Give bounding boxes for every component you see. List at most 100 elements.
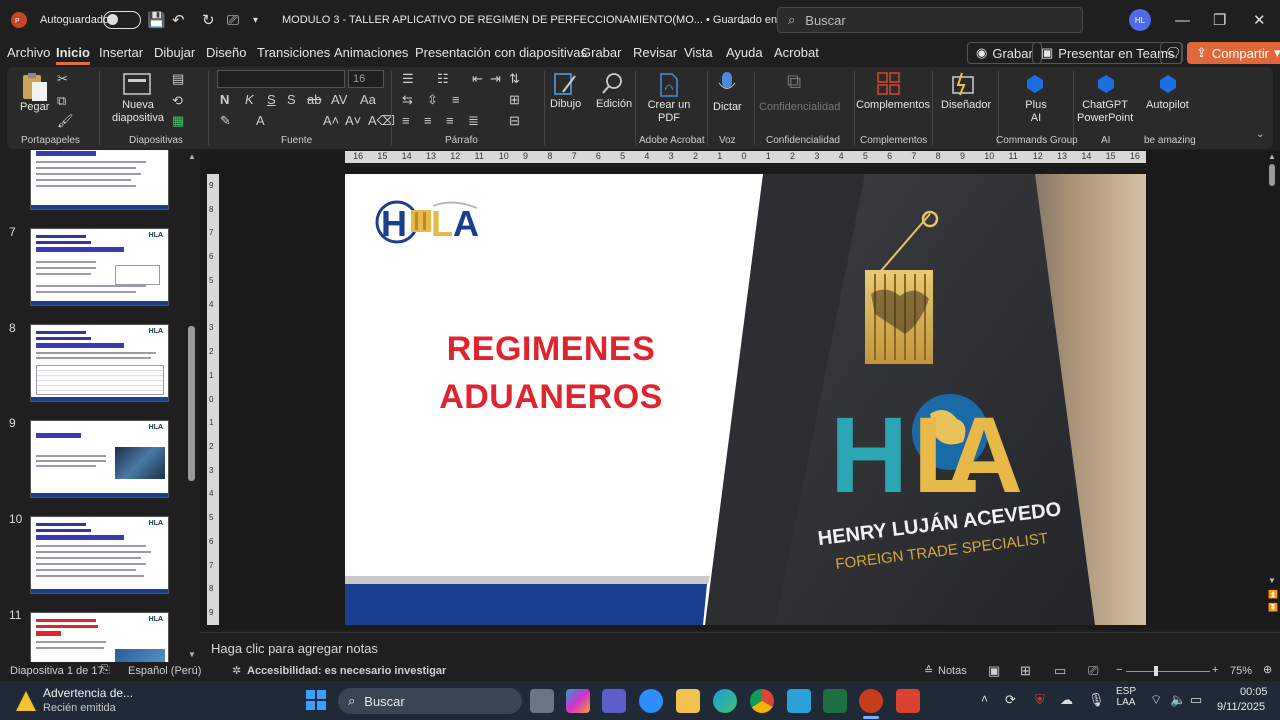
zoom-in-icon[interactable]: + — [1212, 664, 1218, 676]
thumbnail-slide-9[interactable]: HLA — [30, 420, 169, 498]
menu-dibujar[interactable]: Dibujar — [154, 45, 195, 60]
zoom-out-icon[interactable]: − — [1116, 664, 1122, 676]
align-left-icon[interactable]: ≡ — [402, 113, 410, 128]
thumbnail-slide-11[interactable]: HLA — [30, 612, 169, 662]
slide-sorter-icon[interactable]: ⊞ — [1020, 663, 1031, 679]
draw-button[interactable]: Dibujo — [550, 98, 581, 111]
notes-pane[interactable]: Haga clic para agregar notas — [200, 632, 1280, 662]
microphone-icon[interactable] — [716, 70, 738, 98]
scroll-up-icon[interactable]: ▲ — [188, 152, 196, 161]
notification-subtitle[interactable]: Recién emitida — [43, 702, 116, 714]
clock-date[interactable]: 9/11/2025 — [1217, 701, 1265, 713]
font-color-icon[interactable]: A — [256, 113, 265, 128]
thumbnail-slide-10[interactable]: HLA — [30, 516, 169, 594]
slide-title-line2[interactable]: ADUANEROS — [351, 378, 751, 417]
chatgpt-button[interactable]: ChatGPT PowerPoint — [1077, 99, 1133, 125]
close-icon[interactable]: ✕ — [1253, 0, 1266, 40]
file-explorer-icon[interactable] — [676, 689, 700, 713]
font-family-select[interactable] — [217, 70, 345, 88]
thumbnails-scrollbar[interactable]: ▲ ▼ — [188, 152, 196, 660]
powerpoint-taskbar-icon[interactable] — [859, 689, 883, 713]
highlight-icon[interactable]: ✎ — [220, 113, 231, 129]
menu-diseno[interactable]: Diseño — [206, 45, 246, 60]
slide-canvas[interactable]: H L A HENRY LUJÁN ACEVEDO FOREIGN TRADE … — [345, 174, 1146, 625]
format-painter-icon[interactable]: 🖌 — [57, 113, 74, 129]
sync-icon[interactable]: ⟳ — [1005, 692, 1016, 708]
fit-to-window-icon[interactable]: ⊕ — [1263, 663, 1272, 676]
bold-icon[interactable]: N — [220, 92, 229, 107]
notes-placeholder[interactable]: Haga clic para agregar notas — [211, 641, 378, 656]
menu-transiciones[interactable]: Transiciones — [257, 45, 330, 60]
edge-icon[interactable] — [713, 689, 737, 713]
search-box[interactable]: ⌕ Buscar — [777, 7, 1083, 33]
avatar[interactable]: HL — [1129, 0, 1151, 40]
wifi-icon[interactable]: ⌔ — [1150, 692, 1162, 708]
clock-time[interactable]: 00:05 — [1240, 686, 1268, 698]
draw-icon[interactable] — [553, 70, 579, 98]
smartart-icon[interactable]: ⊞ — [509, 92, 520, 108]
paste-icon[interactable] — [20, 72, 50, 104]
menu-ayuda[interactable]: Ayuda — [726, 45, 763, 60]
char-spacing-icon[interactable]: AV — [331, 92, 347, 107]
reset-icon[interactable]: ⟲ — [172, 93, 183, 109]
chatgpt-icon[interactable] — [1095, 73, 1117, 95]
scroll-up-icon[interactable]: ▲ — [1268, 152, 1276, 161]
cut-icon[interactable]: ✂ — [57, 71, 68, 87]
zoom-app-icon[interactable] — [639, 689, 663, 713]
redo-icon[interactable]: ↻ — [202, 0, 215, 40]
paste-button[interactable]: Pegar — [20, 101, 49, 114]
edit-button[interactable]: Edición — [596, 98, 632, 111]
copy-icon[interactable]: ⧉ — [57, 93, 66, 109]
increase-indent-icon[interactable]: ⇥ — [490, 71, 501, 87]
menu-acrobat[interactable]: Acrobat — [774, 45, 819, 60]
designer-button[interactable]: Diseñador — [941, 99, 991, 112]
reading-view-icon[interactable]: ▭ — [1054, 663, 1066, 679]
menu-archivo[interactable]: Archivo — [7, 45, 50, 60]
share-button[interactable]: ⇪ Compartir ▾ — [1187, 42, 1280, 64]
notes-toggle-button[interactable]: Notas — [938, 665, 967, 677]
edit-search-icon[interactable] — [599, 70, 625, 98]
recorder-icon[interactable] — [896, 689, 920, 713]
align-center-icon[interactable]: ≡ — [424, 113, 432, 128]
normal-view-icon[interactable]: ▣ — [988, 663, 1000, 679]
windows-start-icon[interactable] — [306, 690, 326, 710]
editor-scrollbar-thumb[interactable] — [1269, 164, 1275, 186]
underline-icon[interactable]: S — [267, 92, 276, 107]
chevron-down-icon[interactable]: ⌄ — [738, 0, 747, 40]
bullets-icon[interactable]: ☰ — [402, 71, 414, 87]
undo-icon[interactable]: ↶ — [172, 0, 185, 40]
plus-ai-button[interactable]: Plus AI — [1023, 99, 1049, 125]
menu-insertar[interactable]: Insertar — [99, 45, 143, 60]
warning-icon[interactable] — [16, 691, 36, 711]
slideshow-icon[interactable]: ⎚ — [1088, 663, 1098, 679]
create-pdf-button[interactable]: Crear un PDF — [647, 99, 691, 125]
minimize-icon[interactable]: — — [1175, 0, 1190, 40]
thumbnail-slide-6[interactable] — [30, 150, 169, 210]
battery-icon[interactable]: ▭ — [1190, 692, 1202, 708]
numbering-icon[interactable]: ☷ — [437, 71, 449, 87]
customize-toolbar-icon[interactable]: ▾ — [253, 0, 258, 40]
copilot-icon[interactable] — [566, 689, 590, 713]
scroll-down-icon[interactable]: ▼ — [1268, 576, 1276, 585]
zoom-slider[interactable] — [1126, 671, 1210, 672]
shape-align-icon[interactable]: ⊟ — [509, 113, 520, 129]
zoom-slider-thumb[interactable] — [1154, 666, 1158, 676]
search-input[interactable]: Buscar — [805, 13, 845, 28]
pdf-icon[interactable] — [657, 72, 681, 98]
taskbar-search[interactable]: ⌕ Buscar — [338, 688, 522, 714]
text-direction-icon[interactable]: ⇆ — [402, 92, 413, 108]
cloud-icon[interactable]: ☁ — [1060, 692, 1073, 708]
keyboard-language[interactable]: ESP LAA — [1116, 686, 1136, 708]
next-slide-icon[interactable]: ⏬ — [1268, 603, 1278, 612]
plus-ai-icon[interactable] — [1024, 73, 1046, 95]
volume-icon[interactable]: 🔈 — [1170, 692, 1186, 708]
menu-inicio[interactable]: Inicio — [56, 45, 90, 65]
italic-icon[interactable]: K — [245, 92, 254, 107]
comments-button[interactable]: 🗨 — [1160, 42, 1182, 64]
scrollbar-thumb[interactable] — [188, 326, 195, 481]
justify-icon[interactable]: ≣ — [468, 113, 479, 129]
notepad-icon[interactable] — [787, 689, 811, 713]
notification-title[interactable]: Advertencia de... — [43, 686, 133, 700]
excel-icon[interactable] — [823, 689, 847, 713]
menu-grabar[interactable]: Grabar — [581, 45, 621, 60]
